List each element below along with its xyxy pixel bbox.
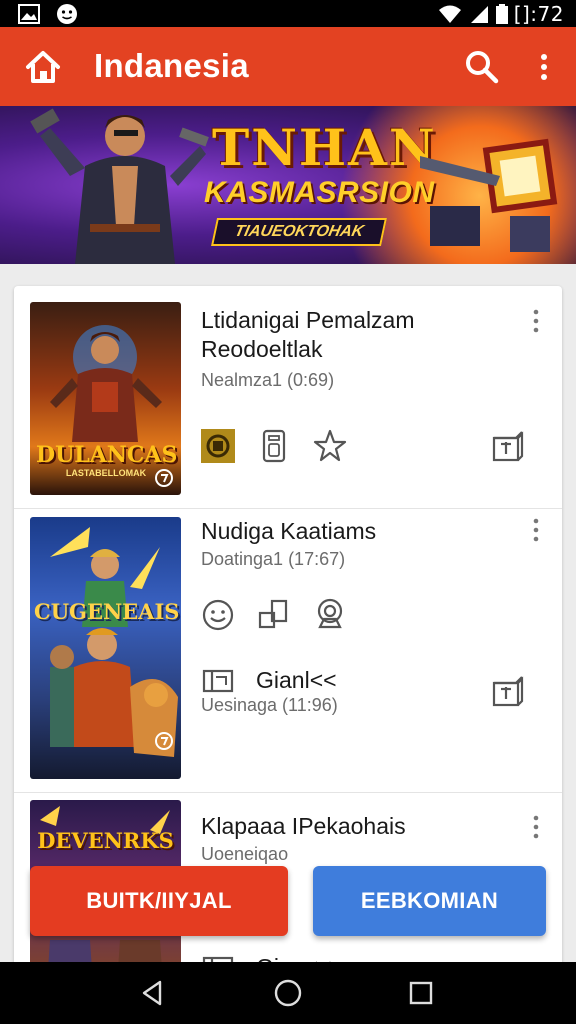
badge-icon[interactable] <box>312 597 348 633</box>
banner-hero-illustration <box>30 108 209 264</box>
status-bar: []:72 <box>0 0 576 27</box>
home-circle-icon[interactable] <box>271 976 305 1010</box>
signal-icon <box>470 6 488 23</box>
cover-title: CUGENEAIS <box>34 599 180 624</box>
cover-badge-icon <box>155 469 173 487</box>
coin-icon[interactable] <box>200 428 236 464</box>
game-meta: Uoeneiqao <box>201 844 289 864</box>
search-icon[interactable] <box>464 49 500 85</box>
item-more-icon[interactable] <box>528 517 544 543</box>
primary-button[interactable]: BUITK/IIYJAL <box>30 866 288 936</box>
banner-target-illustration <box>420 138 558 252</box>
game-meta: Nealmza1 (0:69) <box>201 370 335 390</box>
promo-banner[interactable]: TNHAN KASMASRSION TIAUEOKTOHAK <box>0 106 576 264</box>
list-divider <box>14 508 562 509</box>
game-meta: Doatinga1 (17:67) <box>201 549 346 569</box>
cover-badge-icon <box>155 732 173 750</box>
star-icon[interactable] <box>312 428 348 464</box>
game-title[interactable]: Klapaaa IPekaohais <box>201 812 511 841</box>
back-icon[interactable] <box>136 976 170 1010</box>
wifi-icon <box>438 5 461 23</box>
system-nav-bar <box>0 962 576 1024</box>
share-box-icon[interactable] <box>490 673 526 709</box>
app-bar: Indanesia <box>0 27 576 106</box>
clock: []:72 <box>513 2 564 26</box>
cover-title: DULANCAS <box>36 442 178 468</box>
game-title[interactable]: Nudiga Kaatiams <box>201 517 511 546</box>
more-vert-icon[interactable] <box>532 49 556 85</box>
item-more-icon[interactable] <box>528 308 544 334</box>
page-title: Indanesia <box>94 47 249 84</box>
face-icon <box>57 4 77 24</box>
home-icon[interactable] <box>24 49 62 85</box>
phone-icon[interactable] <box>256 428 292 464</box>
game-cover-art[interactable]: CUGENEAIS <box>30 517 181 779</box>
cover-title: DEVENRKS <box>37 828 174 853</box>
game-title[interactable]: Ltidanigai Pemalzam Reodoeltlak <box>201 306 511 364</box>
banner-headline: TNHAN <box>212 118 437 177</box>
banner-subheadline: KASMASRSION <box>204 176 435 209</box>
extra-label[interactable]: Gianl<< <box>256 667 337 694</box>
smile-icon[interactable] <box>200 597 236 633</box>
game-cover-art[interactable]: DULANCAS LASTABELLOMAK <box>30 302 181 495</box>
list-divider <box>14 792 562 793</box>
frame-icon[interactable] <box>200 663 236 699</box>
item-more-icon[interactable] <box>528 814 544 840</box>
battery-icon <box>495 4 508 24</box>
image-icon <box>18 4 40 24</box>
secondary-button[interactable]: EEBKOMIAN <box>313 866 546 936</box>
banner-ribbon: TIAUEOKTOHAK <box>211 218 387 246</box>
recents-icon[interactable] <box>404 976 438 1010</box>
extra-meta: Uesinaga (11:96) <box>201 695 338 715</box>
share-box-icon[interactable] <box>490 428 526 464</box>
squares-icon[interactable] <box>256 597 292 633</box>
